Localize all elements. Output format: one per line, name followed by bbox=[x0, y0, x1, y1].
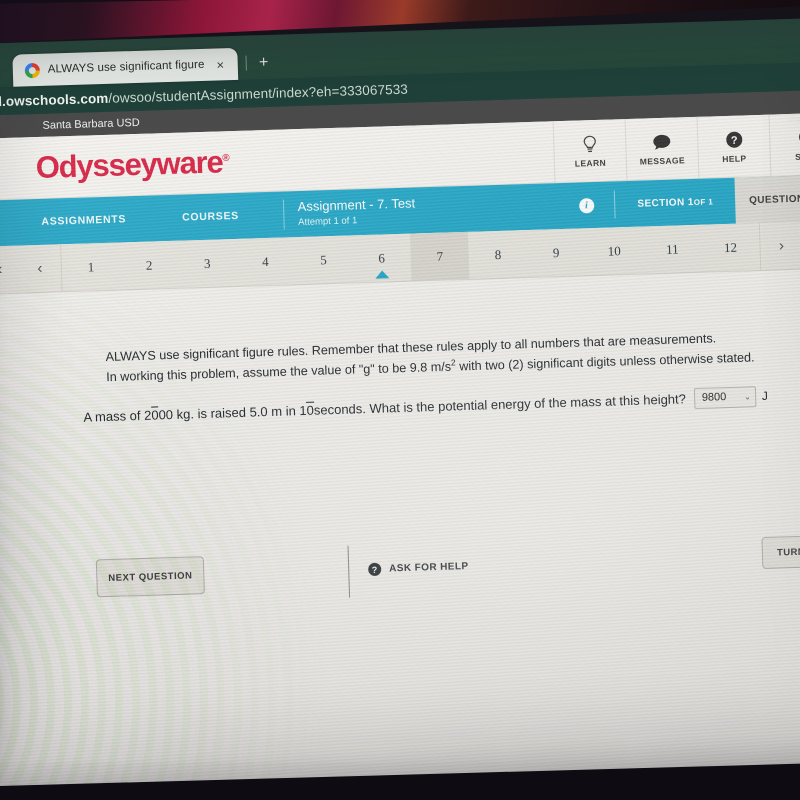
question-circle-icon: ? bbox=[724, 129, 743, 150]
pager-first-button[interactable]: « bbox=[0, 261, 19, 278]
turn-it-in-button[interactable]: TURN IT IN bbox=[761, 534, 800, 570]
tab-title: ALWAYS use significant figure bbox=[47, 58, 205, 76]
next-question-button[interactable]: NEXT QUESTION bbox=[95, 556, 205, 598]
new-tab-button[interactable]: + bbox=[255, 54, 273, 80]
section-label: SECTION 1 bbox=[637, 196, 694, 210]
tab-close-icon[interactable]: × bbox=[212, 57, 228, 72]
nav-right-group: i SECTION 1 OF 1 QUESTION 6 OF 1 bbox=[558, 174, 800, 229]
pager-number[interactable]: 4 bbox=[236, 237, 296, 286]
pager-prev-button[interactable]: ‹ bbox=[19, 260, 61, 277]
question-label: QUESTION 6 bbox=[748, 193, 800, 206]
lightbulb-icon bbox=[582, 134, 598, 154]
question-content: ALWAYS use significant figure rules. Rem… bbox=[0, 268, 800, 714]
tab-divider bbox=[245, 55, 248, 71]
ask-for-help-link[interactable]: ? ASK FOR HELP bbox=[368, 560, 469, 577]
assignment-attempt: Attempt 1 of 1 bbox=[297, 214, 358, 228]
monitor-screen: × ALWAYS use significant figure × + ifie… bbox=[0, 17, 800, 789]
bookmark-item-santa-barbara-usd[interactable]: Santa Barbara USD bbox=[42, 116, 140, 131]
pager-next-button[interactable]: › bbox=[760, 237, 800, 254]
pager-number[interactable]: 1 bbox=[61, 243, 121, 292]
logo-text: Odysseyware bbox=[35, 143, 223, 185]
question-indicator: QUESTION 6 OF 1 bbox=[734, 174, 800, 224]
pager-number[interactable]: 2 bbox=[119, 241, 179, 290]
prompt-part-a: A mass of 2 bbox=[83, 407, 152, 425]
nav-link-assignments[interactable]: ASSIGNMENTS bbox=[41, 213, 126, 228]
odysseyware-logo[interactable]: Odysseyware® bbox=[35, 144, 229, 186]
header-action-label: MESSAGE bbox=[639, 155, 686, 167]
question-circle-icon: ? bbox=[368, 562, 382, 577]
actions-divider bbox=[347, 545, 351, 598]
prompt-part-b: 00 kg. is raised 5.0 m in 1 bbox=[158, 402, 307, 423]
nav-separator bbox=[282, 199, 285, 230]
url-path: /owsoo/studentAssignment/index?eh=333067… bbox=[108, 81, 409, 106]
nav-link-courses[interactable]: COURSES bbox=[182, 210, 239, 224]
photo-of-screen: × ALWAYS use significant figure × + ifie… bbox=[0, 0, 800, 800]
header-action-help[interactable]: ? HELP bbox=[696, 114, 771, 179]
pager-number[interactable]: 8 bbox=[468, 230, 528, 279]
info-icon: i bbox=[578, 197, 595, 213]
question-instructions: ALWAYS use significant figure rules. Rem… bbox=[105, 325, 800, 388]
answer-unit: J bbox=[761, 389, 769, 404]
window-close-icon[interactable]: × bbox=[0, 55, 13, 88]
answer-dropdown-value: 9800 bbox=[701, 391, 727, 405]
message-bubble-icon bbox=[652, 132, 672, 153]
pager-number[interactable]: 3 bbox=[177, 239, 237, 288]
header-action-label: HELP bbox=[722, 153, 747, 165]
google-icon bbox=[24, 62, 41, 78]
assignment-info-button[interactable]: i bbox=[558, 197, 614, 214]
pager-number[interactable]: 11 bbox=[643, 225, 703, 274]
header-action-learn[interactable]: LEARN bbox=[552, 119, 627, 184]
registered-mark: ® bbox=[222, 152, 229, 164]
header-action-label: LEARN bbox=[574, 157, 607, 169]
question-actions: NEXT QUESTION ? ASK FOR HELP TURN IT IN bbox=[0, 530, 800, 616]
question-prompt: A mass of 2 0 00 kg. is raised 5.0 m in 10… bbox=[83, 384, 800, 428]
header-action-sign-out[interactable]: SIGN bbox=[768, 112, 800, 177]
prompt-part-c: seconds. What is the potential energy of… bbox=[313, 391, 687, 418]
pager-number[interactable]: 9 bbox=[526, 228, 586, 277]
chevron-down-icon: ⌄ bbox=[744, 392, 751, 402]
pager-number-hovered[interactable]: 7 bbox=[410, 231, 470, 281]
pager-number[interactable]: 12 bbox=[701, 223, 761, 272]
header-action-label: SIGN bbox=[794, 151, 800, 162]
pager-number[interactable]: 10 bbox=[584, 227, 644, 276]
answer-dropdown[interactable]: 9800 ⌄ bbox=[693, 386, 757, 410]
url-domain: ified.owschools.com bbox=[0, 90, 109, 110]
pager-number[interactable]: 5 bbox=[294, 235, 354, 284]
header-actions: LEARN MESSAGE ? HELP SIGN bbox=[552, 112, 800, 184]
section-indicator: SECTION 1 OF 1 bbox=[615, 178, 736, 228]
section-of: OF 1 bbox=[693, 196, 714, 207]
header-action-message[interactable]: MESSAGE bbox=[624, 116, 699, 182]
pager-number-current[interactable]: 6 bbox=[352, 234, 412, 283]
odysseyware-page: Odysseyware® Paul Salga LEARN bbox=[0, 112, 800, 789]
ask-for-help-label: ASK FOR HELP bbox=[389, 561, 469, 575]
svg-text:?: ? bbox=[730, 135, 737, 147]
assignment-info: Assignment - 7. Test Attempt 1 of 1 bbox=[297, 196, 415, 229]
